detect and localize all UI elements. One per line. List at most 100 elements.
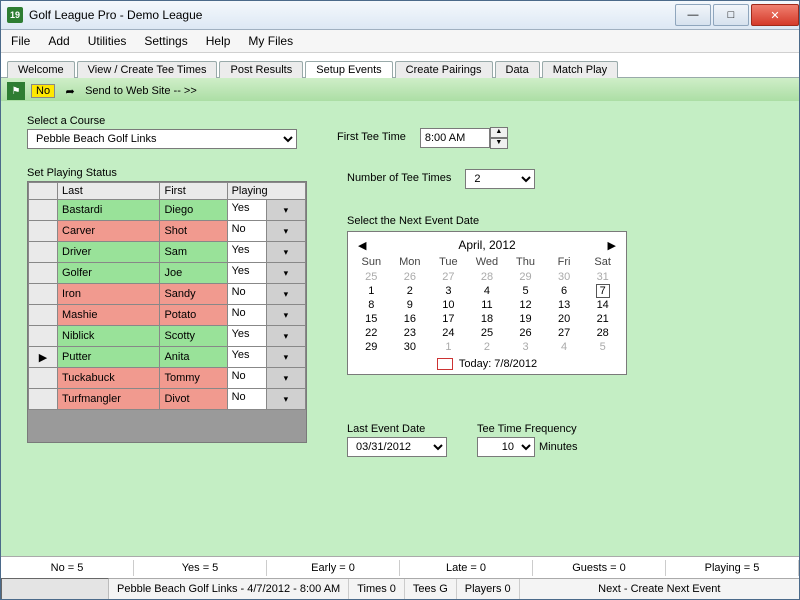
menu-settings[interactable]: Settings [144, 34, 187, 48]
calendar-day[interactable]: 18 [468, 312, 507, 326]
freq-select[interactable]: 10 [477, 437, 535, 457]
minimize-button[interactable]: — [675, 4, 711, 26]
calendar[interactable]: ◀ April, 2012 ▶ SunMonTueWedThuFriSat252… [347, 231, 627, 375]
num-tees-select[interactable]: 2 [465, 169, 535, 189]
chevron-down-icon[interactable]: ▾ [266, 389, 305, 409]
calendar-day[interactable]: 6 [545, 284, 584, 298]
calendar-day[interactable]: 30 [545, 270, 584, 284]
table-row[interactable]: DriverSamYes▾ [29, 242, 306, 263]
menu-my-files[interactable]: My Files [248, 34, 293, 48]
table-row[interactable]: IronSandyNo▾ [29, 284, 306, 305]
chevron-down-icon[interactable]: ▾ [266, 263, 305, 283]
flag-icon[interactable]: ⚑ [7, 82, 25, 100]
calendar-day[interactable]: 1 [429, 340, 468, 354]
table-row[interactable]: GolferJoeYes▾ [29, 263, 306, 284]
maximize-button[interactable]: □ [713, 4, 749, 26]
calendar-day[interactable]: 28 [583, 326, 622, 340]
calendar-day[interactable]: 26 [391, 270, 430, 284]
course-select[interactable]: Pebble Beach Golf Links [27, 129, 297, 149]
calendar-day[interactable]: 28 [468, 270, 507, 284]
tabbar: Welcome View / Create Tee Times Post Res… [1, 53, 799, 78]
content-pane: Select a Course Pebble Beach Golf Links … [1, 101, 799, 559]
calendar-day[interactable]: 25 [468, 326, 507, 340]
table-row[interactable]: CarverShotNo▾ [29, 221, 306, 242]
table-row[interactable]: BastardiDiegoYes▾ [29, 200, 306, 221]
chevron-down-icon[interactable]: ▾ [266, 305, 305, 325]
tab-post-results[interactable]: Post Results [219, 61, 303, 78]
chevron-down-icon[interactable]: ▾ [266, 221, 305, 241]
toolbar-send-label[interactable]: Send to Web Site -- >> [85, 85, 197, 97]
chevron-down-icon[interactable]: ▾ [266, 368, 305, 388]
table-row[interactable]: TurfmanglerDivotNo▾ [29, 389, 306, 410]
last-event-select[interactable]: 03/31/2012 [347, 437, 447, 457]
calendar-day[interactable]: 23 [391, 326, 430, 340]
calendar-day[interactable]: 4 [545, 340, 584, 354]
first-tee-input[interactable] [420, 128, 490, 148]
calendar-day[interactable]: 8 [352, 298, 391, 312]
spin-down-icon[interactable]: ▼ [490, 138, 508, 149]
calendar-day[interactable]: 30 [391, 340, 430, 354]
calendar-day[interactable]: 5 [583, 340, 622, 354]
calendar-day[interactable]: 27 [545, 326, 584, 340]
close-button[interactable]: ✕ [751, 4, 799, 26]
spin-up-icon[interactable]: ▲ [490, 127, 508, 138]
table-row[interactable]: TuckabuckTommyNo▾ [29, 368, 306, 389]
calendar-day[interactable]: 2 [468, 340, 507, 354]
menu-add[interactable]: Add [48, 34, 69, 48]
tab-welcome[interactable]: Welcome [7, 61, 75, 78]
calendar-day[interactable]: 29 [352, 340, 391, 354]
count-late: Late = 0 [400, 560, 533, 576]
calendar-day[interactable]: 22 [352, 326, 391, 340]
calendar-day[interactable]: 31 [583, 270, 622, 284]
calendar-day[interactable]: 4 [468, 284, 507, 298]
calendar-day[interactable]: 27 [429, 270, 468, 284]
tab-tee-times[interactable]: View / Create Tee Times [77, 61, 218, 78]
first-tee-label: First Tee Time [337, 131, 406, 143]
playing-status-grid[interactable]: LastFirstPlayingBastardiDiegoYes▾CarverS… [27, 181, 307, 443]
table-row[interactable]: ▶PutterAnitaYes▾ [29, 347, 306, 368]
calendar-day[interactable]: 3 [429, 284, 468, 298]
calendar-day[interactable]: 24 [429, 326, 468, 340]
calendar-day[interactable]: 16 [391, 312, 430, 326]
chevron-down-icon[interactable]: ▾ [266, 326, 305, 346]
calendar-day[interactable]: 20 [545, 312, 584, 326]
cal-today[interactable]: Today: 7/8/2012 [352, 358, 622, 370]
table-row[interactable]: MashiePotatoNo▾ [29, 305, 306, 326]
calendar-day[interactable]: 10 [429, 298, 468, 312]
tab-match-play[interactable]: Match Play [542, 61, 618, 78]
calendar-day[interactable]: 13 [545, 298, 584, 312]
calendar-day[interactable]: 2 [391, 284, 430, 298]
cal-prev-icon[interactable]: ◀ [358, 239, 366, 252]
calendar-day[interactable]: 14 [583, 298, 622, 312]
chevron-down-icon[interactable]: ▾ [266, 242, 305, 262]
calendar-day[interactable]: 19 [506, 312, 545, 326]
calendar-day[interactable]: 1 [352, 284, 391, 298]
calendar-day[interactable]: 15 [352, 312, 391, 326]
tab-data[interactable]: Data [495, 61, 540, 78]
table-row[interactable]: NiblickScottyYes▾ [29, 326, 306, 347]
calendar-day[interactable]: 21 [583, 312, 622, 326]
last-event-label: Last Event Date [347, 423, 447, 435]
cal-next-icon[interactable]: ▶ [608, 239, 616, 252]
calendar-day[interactable]: 29 [506, 270, 545, 284]
chevron-down-icon[interactable]: ▾ [266, 284, 305, 304]
calendar-day[interactable]: 5 [506, 284, 545, 298]
menu-help[interactable]: Help [206, 34, 231, 48]
calendar-day[interactable]: 9 [391, 298, 430, 312]
window-title: Golf League Pro - Demo League [29, 8, 673, 22]
calendar-day[interactable]: 25 [352, 270, 391, 284]
menu-utilities[interactable]: Utilities [88, 34, 127, 48]
calendar-day[interactable]: 3 [506, 340, 545, 354]
toolbar-no-button[interactable]: No [31, 84, 55, 98]
calendar-day[interactable]: 7 [583, 284, 622, 298]
calendar-day[interactable]: 11 [468, 298, 507, 312]
tab-create-pairings[interactable]: Create Pairings [395, 61, 493, 78]
calendar-day[interactable]: 26 [506, 326, 545, 340]
chevron-down-icon[interactable]: ▾ [266, 347, 305, 367]
calendar-day[interactable]: 12 [506, 298, 545, 312]
chevron-down-icon[interactable]: ▾ [266, 200, 305, 220]
tab-setup-events[interactable]: Setup Events [305, 61, 392, 78]
calendar-day[interactable]: 17 [429, 312, 468, 326]
menu-file[interactable]: File [11, 34, 30, 48]
status-bar: Pebble Beach Golf Links - 4/7/2012 - 8:0… [1, 578, 799, 599]
